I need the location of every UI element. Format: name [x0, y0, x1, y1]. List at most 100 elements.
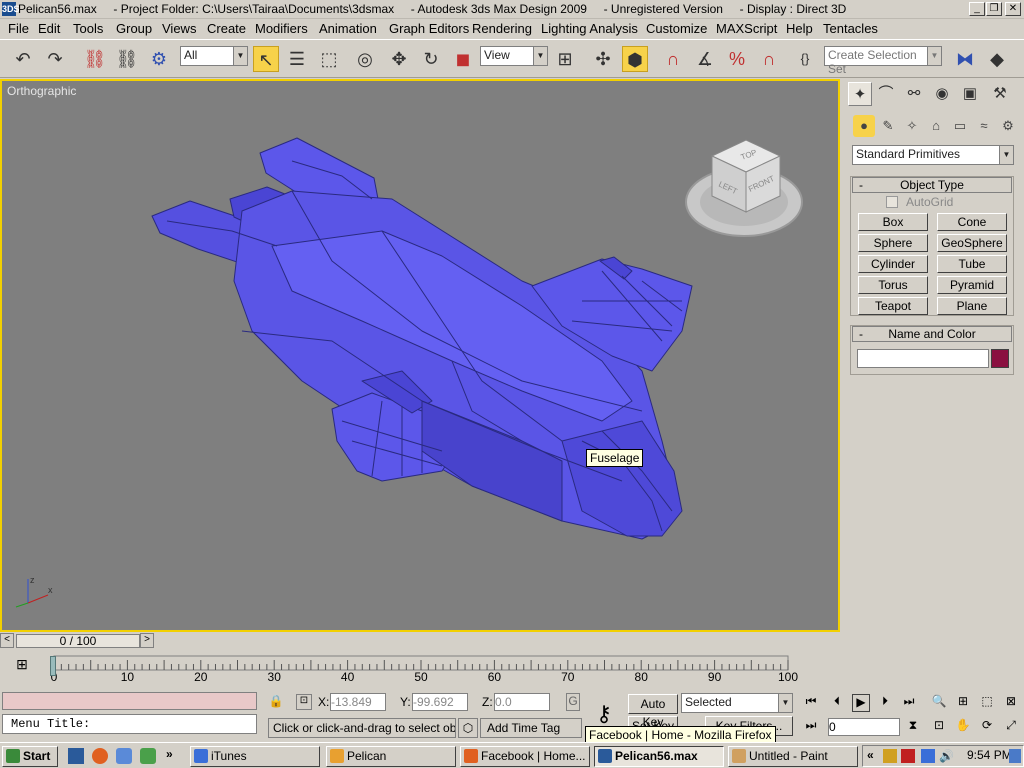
menu-group[interactable]: Group: [116, 21, 152, 36]
chevron-right-icon[interactable]: >: [140, 633, 154, 648]
viewcube[interactable]: TOP LEFT FRONT: [684, 136, 806, 244]
maxscript-output[interactable]: Menu Title:: [2, 714, 257, 734]
track-bar[interactable]: ⊞ 0 10 20 30 40 50 60 70 80 90 100: [0, 650, 840, 685]
zoom-icon[interactable]: 🔍: [930, 694, 948, 712]
helpers-icon[interactable]: ▭: [949, 115, 971, 137]
scale-icon[interactable]: ◼: [450, 46, 476, 72]
menu-tentacles[interactable]: Tentacles: [823, 21, 878, 36]
previous-frame-icon[interactable]: ⏴: [828, 694, 846, 712]
select-and-link-icon[interactable]: ⛓: [82, 46, 108, 72]
network-icon[interactable]: [921, 749, 935, 763]
shapes-icon[interactable]: ✎: [877, 115, 899, 137]
key-mode-toggle-icon[interactable]: ⏭: [802, 718, 820, 736]
time-slider-thumb[interactable]: 0 / 100: [16, 634, 140, 648]
menu-lighting-analysis[interactable]: Lighting Analysis: [541, 21, 638, 36]
lights-icon[interactable]: ✧: [901, 115, 923, 137]
messenger-quicklaunch-icon[interactable]: [140, 748, 156, 764]
menu-views[interactable]: Views: [162, 21, 196, 36]
close-button[interactable]: ✕: [1005, 2, 1021, 16]
show-desktop-icon[interactable]: [68, 748, 84, 764]
absolute-transform-icon[interactable]: ⊡: [296, 694, 312, 710]
percent-snap-icon[interactable]: %: [724, 46, 750, 72]
bind-to-space-warp-icon[interactable]: ⚙: [146, 46, 172, 72]
selection-filter-dropdown[interactable]: All ▼: [180, 46, 248, 66]
tray-app-icon[interactable]: [901, 749, 915, 763]
spinner-snap-icon[interactable]: ∩: [756, 46, 782, 72]
display-tab-icon[interactable]: ▣: [958, 82, 982, 106]
volume-icon[interactable]: 🔊: [939, 749, 954, 763]
keyboard-shortcut-override-icon[interactable]: ⬢: [622, 46, 648, 72]
taskbar-item-3dsmax[interactable]: Pelican56.max: [594, 746, 724, 767]
torus-button[interactable]: Torus: [858, 276, 928, 294]
time-configuration-icon[interactable]: ⧗: [904, 718, 922, 736]
geosphere-button[interactable]: GeoSphere: [937, 234, 1007, 252]
unlink-icon[interactable]: ⛓: [114, 46, 140, 72]
mini-curve-editor-icon[interactable]: ⊞: [12, 656, 32, 674]
play-icon[interactable]: ▶: [852, 694, 870, 712]
object-type-header[interactable]: - Object Type: [852, 177, 1012, 193]
name-and-color-header[interactable]: - Name and Color: [852, 326, 1012, 342]
y-coordinate-field[interactable]: [412, 693, 468, 711]
hierarchy-tab-icon[interactable]: ⚯: [902, 82, 926, 106]
taskbar-item-pelican-folder[interactable]: Pelican: [326, 746, 456, 767]
taskbar-item-itunes[interactable]: iTunes: [190, 746, 320, 767]
maximize-button[interactable]: ❐: [986, 2, 1002, 16]
undo-icon[interactable]: ↶: [10, 46, 36, 72]
menu-animation[interactable]: Animation: [319, 21, 377, 36]
orbit-icon[interactable]: ⟳: [978, 718, 996, 736]
pan-icon[interactable]: ✋: [954, 718, 972, 736]
menu-edit[interactable]: Edit: [38, 21, 60, 36]
modify-tab-icon[interactable]: ⌒: [874, 82, 898, 106]
cameras-icon[interactable]: ⌂: [925, 115, 947, 137]
menu-create[interactable]: Create: [207, 21, 246, 36]
systems-icon[interactable]: ⚙: [997, 115, 1019, 137]
geometry-icon[interactable]: ●: [853, 115, 875, 137]
utilities-tab-icon[interactable]: ⚒: [988, 82, 1012, 106]
move-icon[interactable]: ✥: [386, 46, 412, 72]
current-frame-field[interactable]: [828, 718, 900, 736]
goto-start-icon[interactable]: ⏮: [802, 694, 820, 712]
menu-file[interactable]: File: [8, 21, 29, 36]
z-coordinate-field[interactable]: [494, 693, 550, 711]
autogrid-checkbox[interactable]: [886, 196, 898, 208]
next-frame-icon[interactable]: ⏵: [876, 694, 894, 712]
quicklaunch-overflow-icon[interactable]: »: [166, 747, 173, 761]
taskbar-item-paint[interactable]: Untitled - Paint: [728, 746, 858, 767]
sphere-button[interactable]: Sphere: [858, 234, 928, 252]
select-object-icon[interactable]: ↖: [253, 46, 279, 72]
plane-button[interactable]: Plane: [937, 297, 1007, 315]
auto-key-button[interactable]: Auto Key: [628, 694, 678, 729]
menu-tools[interactable]: Tools: [73, 21, 103, 36]
viewport-orthographic[interactable]: Orthographic TOP LEFT FRONT z x Fuselage: [0, 79, 840, 632]
pivot-center-icon[interactable]: ⊞: [552, 46, 578, 72]
selection-lock-icon[interactable]: ⬡: [458, 718, 478, 738]
tube-button[interactable]: Tube: [937, 255, 1007, 273]
maximize-viewport-icon[interactable]: ⤢: [1002, 718, 1020, 736]
create-selection-set-dropdown[interactable]: Create Selection Set ▼: [824, 46, 942, 76]
lock-icon[interactable]: 🔒: [268, 694, 284, 710]
taskbar-item-firefox[interactable]: Facebook | Home...: [460, 746, 590, 767]
space-warps-icon[interactable]: ≈: [973, 115, 995, 137]
tray-expand-icon[interactable]: «: [867, 748, 874, 762]
zoom-extents-icon[interactable]: ⬚: [978, 694, 996, 712]
menu-customize[interactable]: Customize: [646, 21, 707, 36]
create-tab-icon[interactable]: ✦: [848, 82, 872, 106]
select-by-name-icon[interactable]: ☰: [284, 46, 310, 72]
zoom-extents-all-icon[interactable]: ⊠: [1002, 694, 1020, 712]
object-color-swatch[interactable]: [991, 349, 1009, 368]
firefox-quicklaunch-icon[interactable]: [92, 748, 108, 764]
window-crossing-icon[interactable]: ◎: [352, 46, 378, 72]
angle-snap-icon[interactable]: ∡: [692, 46, 718, 72]
key-mode-dropdown[interactable]: Selected ▼: [681, 693, 793, 713]
rectangular-selection-icon[interactable]: ⬚: [316, 46, 342, 72]
mirror-icon[interactable]: ⧓: [952, 46, 978, 72]
minimize-button[interactable]: _: [969, 2, 985, 16]
x-coordinate-field[interactable]: [330, 693, 386, 711]
region-zoom-icon[interactable]: ⊡: [930, 718, 948, 736]
menu-rendering[interactable]: Rendering: [472, 21, 532, 36]
time-slider[interactable]: < 0 / 100 >: [0, 633, 840, 648]
motion-tab-icon[interactable]: ◉: [930, 82, 954, 106]
redo-icon[interactable]: ↷: [42, 46, 68, 72]
object-name-field[interactable]: [857, 349, 989, 368]
add-time-tag-button[interactable]: Add Time Tag: [480, 718, 582, 738]
